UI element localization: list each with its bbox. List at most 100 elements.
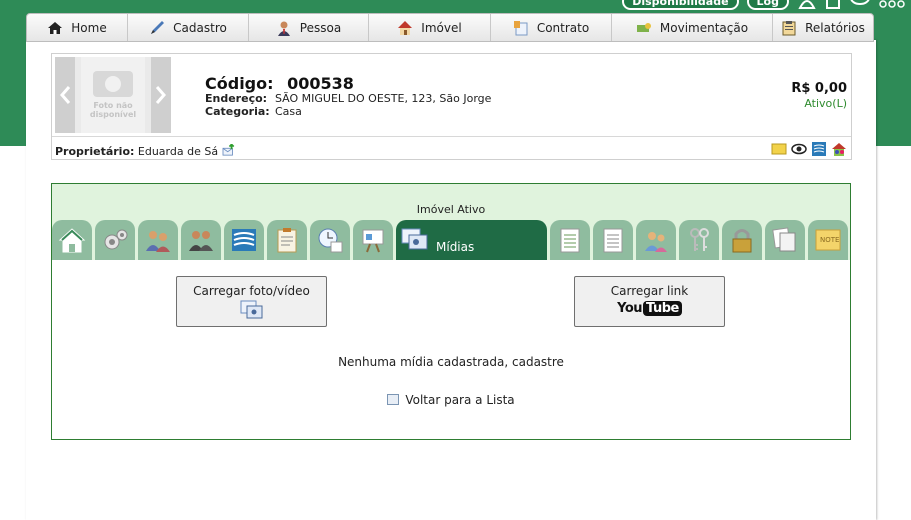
chat-icon[interactable] — [849, 0, 871, 10]
nav-pessoa-label: Pessoa — [299, 20, 342, 35]
photo-placeholder-text: Foto não disponível — [89, 101, 137, 119]
house-icon — [398, 20, 413, 35]
empty-media-message: Nenhuma mídia cadastrada, cadastre — [338, 355, 564, 369]
nav-movimentacao-label: Movimentação — [659, 20, 749, 35]
lock-icon — [732, 229, 752, 253]
photo-carousel: Foto não disponível — [55, 57, 171, 133]
main-nav: Home Cadastro Pessoa Imóvel Contrato Mov… — [26, 13, 874, 42]
tab-schedule[interactable] — [310, 220, 350, 260]
tab-presentation[interactable] — [353, 220, 393, 260]
notes-icon — [603, 228, 623, 253]
photos-icon — [401, 228, 428, 250]
more-icon[interactable] — [879, 0, 905, 10]
money-icon — [636, 22, 651, 32]
tab-list-b[interactable] — [593, 220, 633, 260]
tab-lock[interactable] — [722, 220, 762, 260]
person-icon — [277, 21, 290, 36]
nav-relatorios-label: Relatórios — [805, 20, 865, 35]
clipboard-icon — [277, 228, 297, 253]
home-icon — [58, 228, 86, 253]
nav-cadastro-label: Cadastro — [173, 20, 227, 35]
tab-clipboard[interactable] — [267, 220, 307, 260]
tab-bar: Mídias NOTE — [52, 220, 850, 260]
endereco-value: SÃO MIGUEL DO OESTE, 123, São Jorge — [275, 92, 492, 105]
eye-icon[interactable] — [791, 141, 807, 157]
owners-icon — [189, 231, 213, 251]
tab-document[interactable] — [224, 220, 264, 260]
photo-placeholder: Foto não disponível — [81, 57, 145, 133]
media-section: Imóvel Ativo Mídias NOTE Carregar foto/v… — [51, 183, 851, 440]
upload-link-button[interactable]: Carregar link You Tube — [574, 276, 725, 327]
email-upload-icon[interactable] — [222, 144, 236, 156]
nav-imovel-label: Imóvel — [421, 20, 462, 35]
tab-note[interactable]: NOTE — [808, 220, 848, 260]
nav-home-label: Home — [71, 20, 107, 35]
upload-media-label: Carregar foto/vídeo — [193, 284, 310, 298]
tab-home[interactable] — [52, 220, 92, 260]
back-to-list-link[interactable]: Voltar para a Lista — [52, 393, 850, 407]
youtube-logo: You Tube — [617, 301, 682, 316]
tab-midias[interactable]: Mídias — [396, 220, 547, 260]
nav-imovel[interactable]: Imóvel — [369, 14, 491, 41]
users-icon — [645, 232, 667, 252]
upload-link-label: Carregar link — [610, 284, 689, 298]
nav-contrato-label: Contrato — [536, 20, 590, 35]
categoria-label: Categoria: — [205, 105, 270, 118]
info-icon[interactable] — [825, 0, 841, 10]
card-divider — [52, 136, 851, 137]
upload-media-button[interactable]: Carregar foto/vídeo — [176, 276, 327, 327]
nav-contrato[interactable]: Contrato — [491, 14, 612, 41]
people-icon — [146, 231, 170, 252]
document-icon[interactable] — [811, 141, 827, 157]
pen-icon — [151, 20, 165, 34]
tab-settings[interactable] — [95, 220, 135, 260]
presentation-icon — [362, 229, 384, 253]
header-actions: Disponibilidade Log — [622, 0, 905, 10]
youtube-you: You — [617, 301, 643, 316]
tab-copy[interactable] — [765, 220, 805, 260]
codigo-value: 000538 — [287, 74, 354, 93]
property-card: Foto não disponível Código: 000538 Ender… — [51, 53, 852, 160]
section-title: Imóvel Ativo — [416, 203, 486, 216]
nav-home[interactable]: Home — [27, 14, 128, 41]
document-icon — [232, 229, 256, 251]
nav-pessoa[interactable]: Pessoa — [249, 14, 369, 41]
camera-icon — [93, 71, 133, 97]
log-button[interactable]: Log — [746, 0, 789, 10]
endereco-label: Endereço: — [205, 92, 268, 105]
people-house-icon[interactable] — [831, 141, 847, 157]
prev-photo-button[interactable] — [55, 57, 75, 133]
disponibilidade-button[interactable]: Disponibilidade — [622, 0, 739, 10]
tab-contacts[interactable] — [636, 220, 676, 260]
sticky-note-icon: NOTE — [815, 229, 841, 251]
owner-value: Eduarda de Sá — [137, 145, 219, 158]
nav-movimentacao[interactable]: Movimentação — [612, 14, 773, 41]
photos-icon — [240, 300, 262, 319]
home-icon — [48, 21, 63, 34]
keys-icon — [690, 228, 709, 251]
tab-owners[interactable] — [181, 220, 221, 260]
property-status: Ativo(L) — [804, 97, 847, 110]
checklist-icon — [560, 228, 580, 253]
back-to-list-label: Voltar para a Lista — [405, 393, 515, 407]
tab-midias-label: Mídias — [436, 240, 475, 254]
youtube-tube: Tube — [643, 301, 682, 316]
nav-relatorios[interactable]: Relatórios — [773, 14, 873, 41]
next-photo-button[interactable] — [151, 57, 171, 133]
note-icon[interactable] — [771, 141, 787, 157]
contract-icon — [513, 20, 528, 35]
categoria-value: Casa — [275, 105, 302, 118]
list-icon — [387, 394, 400, 405]
svg-text:NOTE: NOTE — [820, 236, 839, 244]
property-price: R$ 0,00 — [791, 81, 847, 96]
owner-label: Proprietário: — [55, 145, 135, 158]
tab-list-a[interactable] — [550, 220, 590, 260]
nav-cadastro[interactable]: Cadastro — [128, 14, 249, 41]
clipboard-icon — [782, 20, 796, 35]
endereco-row: Endereço: SÃO MIGUEL DO OESTE, 123, São J… — [205, 92, 491, 105]
tab-people[interactable] — [138, 220, 178, 260]
clock-calendar-icon — [318, 228, 343, 253]
gears-icon — [104, 229, 128, 250]
tab-keys[interactable] — [679, 220, 719, 260]
notification-icon[interactable] — [797, 0, 817, 10]
